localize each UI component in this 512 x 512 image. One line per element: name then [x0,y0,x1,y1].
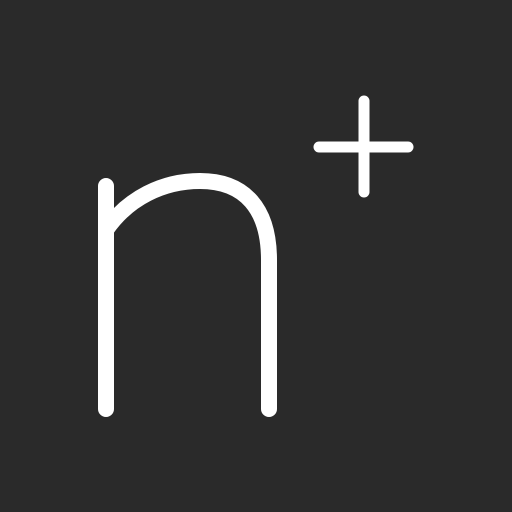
letter-n-shape [98,173,277,417]
n-plus-logo-icon [98,95,414,417]
app-icon: n+ [0,0,512,512]
